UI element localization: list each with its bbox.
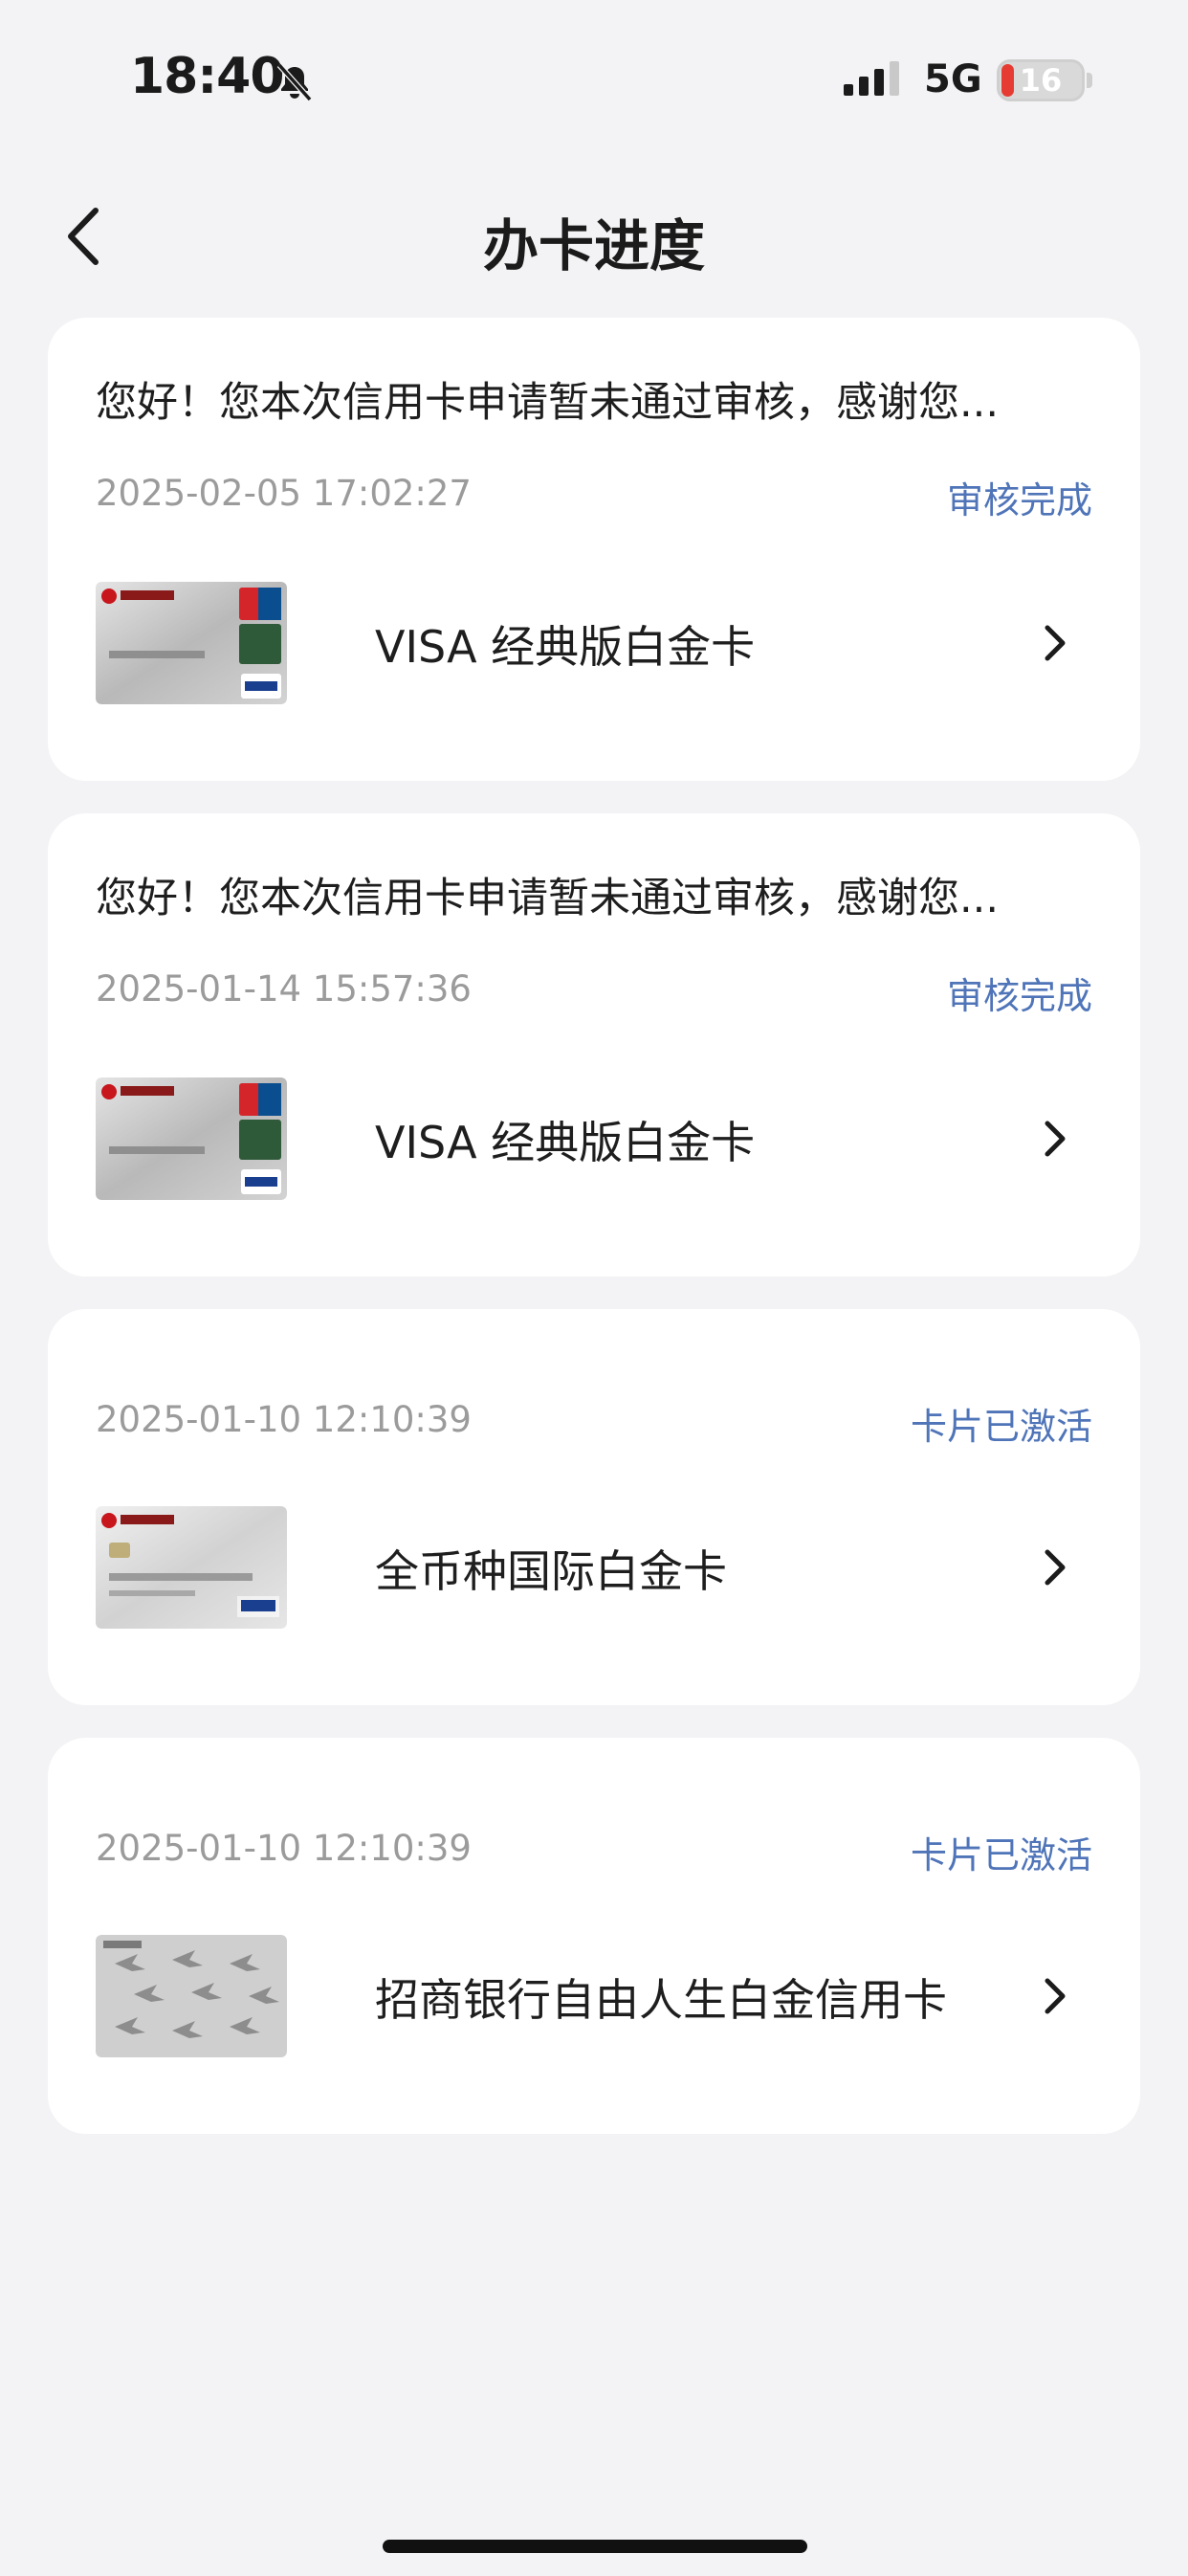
application-date: 2025-01-10 12:10:39 — [96, 1399, 472, 1440]
application-message: 您好！您本次信用卡申请暂未通过审核，感谢您... — [96, 875, 1000, 922]
signal-icon — [844, 61, 899, 96]
battery-icon: 16 — [997, 59, 1085, 101]
application-status: 卡片已激活 — [910, 1406, 1092, 1448]
credit-card-thumbnail — [96, 1935, 287, 2057]
card-product-row[interactable]: VISA 经典版白金卡 — [96, 582, 1092, 704]
chevron-right-icon — [1045, 1978, 1066, 2014]
network-label: 5G — [924, 57, 982, 101]
application-card[interactable]: 2025-01-10 12:10:39 卡片已激活 招商银行自由人生白金信用卡 — [48, 1738, 1140, 2134]
application-message: 您好！您本次信用卡申请暂未通过审核，感谢您... — [96, 379, 1000, 427]
chevron-right-icon — [1045, 625, 1066, 661]
application-status: 卡片已激活 — [910, 1834, 1092, 1876]
card-product-row[interactable]: 全币种国际白金卡 — [96, 1506, 1092, 1629]
battery-level: 16 — [1019, 62, 1063, 99]
application-card[interactable]: 2025-01-10 12:10:39 卡片已激活 全币种国际白金卡 — [48, 1309, 1140, 1705]
card-product-name: 全币种国际白金卡 — [375, 1545, 727, 1597]
chevron-right-icon — [1045, 1549, 1066, 1586]
bell-slash-icon — [276, 63, 313, 101]
home-indicator — [383, 2540, 807, 2553]
credit-card-thumbnail — [96, 1077, 287, 1200]
page-title: 办卡进度 — [482, 213, 705, 278]
application-card[interactable]: 您好！您本次信用卡申请暂未通过审核，感谢您... 2025-01-14 15:5… — [48, 813, 1140, 1277]
credit-card-thumbnail — [96, 1506, 287, 1629]
battery-cap — [1087, 73, 1092, 88]
application-date: 2025-01-10 12:10:39 — [96, 1828, 472, 1869]
credit-card-thumbnail — [96, 582, 287, 704]
card-product-name: VISA 经典版白金卡 — [375, 1117, 756, 1168]
status-bar: 18:40 5G 16 — [0, 0, 1188, 144]
card-product-name: VISA 经典版白金卡 — [375, 621, 756, 673]
application-status: 审核完成 — [946, 479, 1092, 522]
card-product-row[interactable]: VISA 经典版白金卡 — [96, 1077, 1092, 1200]
nav-bar: 办卡进度 — [0, 172, 1188, 297]
card-product-name: 招商银行自由人生白金信用卡 — [375, 1974, 947, 2026]
application-card[interactable]: 您好！您本次信用卡申请暂未通过审核，感谢您... 2025-02-05 17:0… — [48, 318, 1140, 781]
card-product-row[interactable]: 招商银行自由人生白金信用卡 — [96, 1935, 1092, 2057]
chevron-right-icon — [1045, 1121, 1066, 1157]
application-date: 2025-01-14 15:57:36 — [96, 968, 472, 1010]
status-time: 18:40 — [130, 48, 285, 105]
application-date: 2025-02-05 17:02:27 — [96, 473, 472, 514]
application-status: 审核完成 — [946, 975, 1092, 1017]
